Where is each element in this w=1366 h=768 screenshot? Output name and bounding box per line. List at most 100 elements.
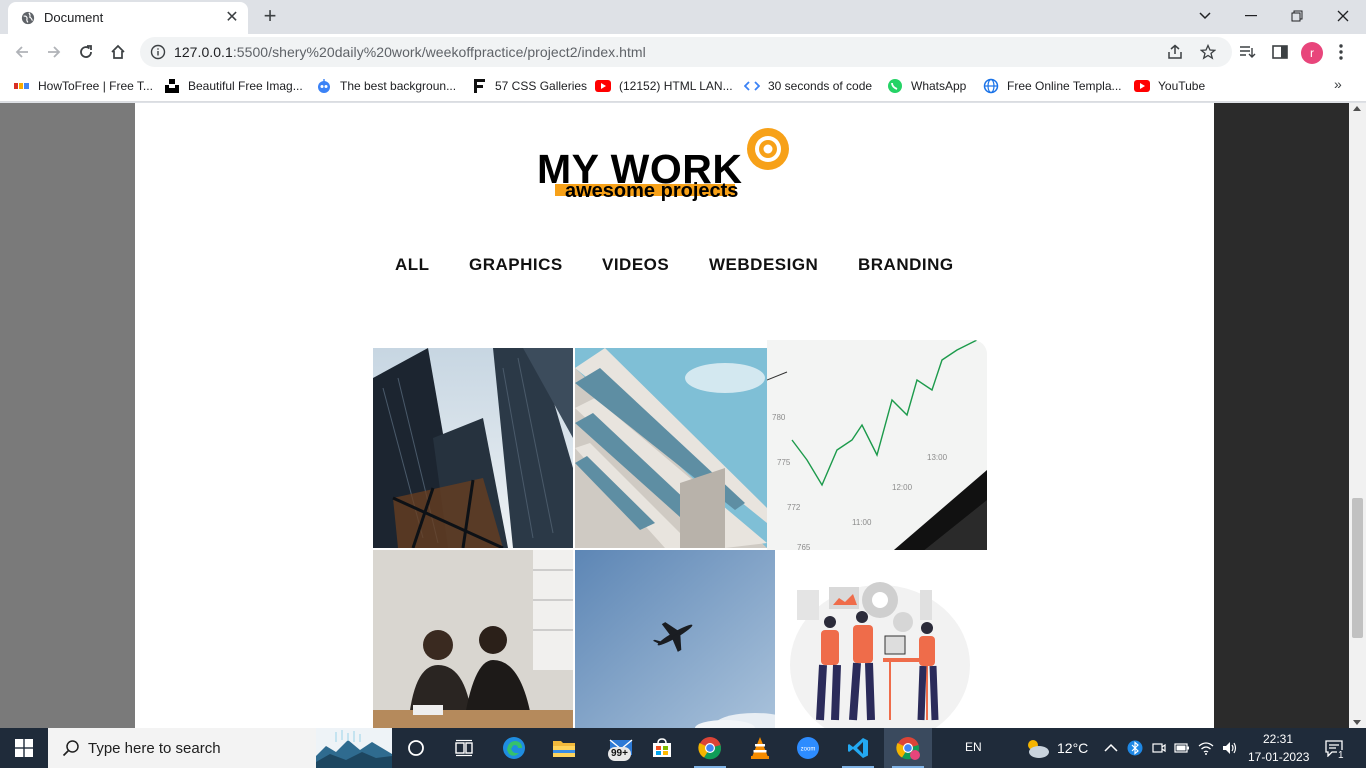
bookmark-item[interactable]: YouTube [1134, 76, 1205, 96]
store-button[interactable] [638, 728, 686, 768]
notification-count: 1 [1337, 750, 1345, 761]
howtofree-icon [14, 78, 30, 94]
volume-icon[interactable] [1222, 740, 1238, 756]
two-people-working-image[interactable] [373, 550, 573, 728]
url-text[interactable]: 127.0.0.1:5500/shery%20daily%20work/week… [174, 44, 646, 60]
vlc-icon [751, 737, 769, 759]
scroll-down-icon[interactable] [1353, 720, 1361, 725]
svg-text:zoom: zoom [801, 747, 816, 753]
code-icon [744, 78, 760, 94]
bookmarks-overflow-icon[interactable]: » [1334, 76, 1342, 92]
address-bar[interactable]: 127.0.0.1:5500/shery%20daily%20work/week… [140, 37, 1232, 67]
reading-list-icon[interactable] [1238, 43, 1256, 61]
page-scrollbar[interactable] [1349, 103, 1366, 728]
svg-text:775: 775 [777, 458, 791, 467]
vscode-icon [848, 738, 868, 758]
nav-branding[interactable]: BRANDING [858, 255, 954, 275]
youtube-icon [1134, 78, 1150, 94]
windows-taskbar: Type here to search 99+ zoom EN 12°C 22:… [0, 728, 1366, 768]
chrome-icon [698, 737, 722, 760]
back-button[interactable] [8, 38, 36, 66]
svg-text:772: 772 [787, 503, 801, 512]
chrome-button[interactable] [686, 728, 734, 768]
chevron-up-icon[interactable] [1103, 740, 1119, 756]
new-tab-button[interactable]: + [258, 5, 282, 29]
chrome-profile-button[interactable] [884, 728, 932, 768]
bookmark-item[interactable]: Beautiful Free Imag... [164, 76, 303, 96]
clock-time[interactable]: 22:31 [1263, 732, 1293, 746]
meet-now-icon[interactable] [1151, 740, 1167, 756]
search-placeholder: Type here to search [88, 740, 221, 757]
start-button[interactable] [0, 728, 48, 768]
taskbar-search-box[interactable]: Type here to search [48, 728, 392, 768]
bookmark-item[interactable]: Free Online Templa... [983, 76, 1122, 96]
battery-icon[interactable] [1174, 740, 1190, 756]
bookmark-item[interactable]: 57 CSS Galleries [471, 76, 587, 96]
file-explorer-button[interactable] [540, 728, 588, 768]
more-menu-icon[interactable] [1336, 42, 1346, 62]
logo[interactable]: MY WORK awesome projects [535, 125, 795, 205]
nav-all[interactable]: ALL [395, 255, 430, 275]
team-illustration-image[interactable] [775, 550, 987, 728]
temperature[interactable]: 12°C [1057, 740, 1088, 756]
minimize-button[interactable] [1228, 0, 1274, 32]
reload-icon [80, 45, 92, 58]
bookmark-item[interactable]: 30 seconds of code [744, 76, 872, 96]
home-button[interactable] [104, 38, 132, 66]
vlc-button[interactable] [736, 728, 784, 768]
side-panel-icon[interactable] [1271, 43, 1289, 61]
share-icon[interactable] [1167, 44, 1183, 60]
chevron-down-icon [1199, 12, 1211, 20]
unsplash-icon [164, 78, 180, 94]
building-balconies-image[interactable] [575, 348, 767, 548]
bluetooth-icon[interactable] [1127, 740, 1143, 756]
reload-button[interactable] [72, 38, 100, 66]
skyscrapers-image[interactable] [373, 348, 573, 548]
minimize-icon [1245, 15, 1257, 17]
arrow-right-icon [48, 46, 61, 58]
nav-webdesign[interactable]: WEBDESIGN [709, 255, 818, 275]
stock-chart-image[interactable]: 780 775 772 765 11:00 12:00 13:00 [767, 340, 987, 556]
zoom-button[interactable]: zoom [784, 728, 832, 768]
browser-viewport: MY WORK awesome projects ALL GRAPHICS VI… [0, 103, 1366, 728]
scroll-up-icon[interactable] [1353, 106, 1361, 111]
search-highlight-art-icon [316, 728, 392, 768]
svg-text:780: 780 [772, 413, 786, 422]
close-window-button[interactable] [1320, 0, 1366, 32]
vscode-button[interactable] [834, 728, 882, 768]
arrow-left-icon [15, 46, 28, 58]
info-icon[interactable] [150, 44, 166, 60]
clock-date[interactable]: 17-01-2023 [1248, 750, 1309, 764]
youtube-icon [595, 78, 611, 94]
wifi-icon[interactable] [1198, 740, 1214, 756]
forward-button[interactable] [40, 38, 68, 66]
profile-avatar[interactable]: r [1301, 42, 1323, 64]
bookmark-star-icon[interactable] [1200, 44, 1216, 60]
tab-search-button[interactable] [1182, 0, 1228, 32]
f-logo-icon [471, 78, 487, 94]
tab-close-icon[interactable]: ✕ [222, 8, 242, 28]
svg-text:11:00: 11:00 [852, 518, 872, 527]
restore-button[interactable] [1274, 0, 1320, 32]
robot-icon [316, 78, 332, 94]
edge-button[interactable] [490, 728, 538, 768]
airplane-sky-image[interactable] [575, 550, 775, 728]
nav-graphics[interactable]: GRAPHICS [469, 255, 563, 275]
globe-icon [21, 11, 35, 25]
nav-videos[interactable]: VIDEOS [602, 255, 669, 275]
task-view-button[interactable] [440, 728, 488, 768]
scrollbar-thumb[interactable] [1352, 498, 1363, 638]
zoom-icon: zoom [797, 737, 819, 759]
browser-tab[interactable]: Document ✕ [8, 2, 248, 34]
cortana-button[interactable] [392, 728, 440, 768]
bookmark-item[interactable]: (12152) HTML LAN... [595, 76, 733, 96]
bookmark-item[interactable]: HowToFree | Free T... [14, 76, 153, 96]
store-icon [653, 738, 671, 757]
language-indicator[interactable]: EN [965, 740, 982, 754]
close-icon [1337, 10, 1349, 22]
weather-cloud-icon[interactable] [1024, 737, 1050, 759]
bookmark-item[interactable]: The best backgroun... [316, 76, 456, 96]
bookmark-item[interactable]: WhatsApp [887, 76, 966, 96]
globe-icon [983, 78, 999, 94]
restore-icon [1291, 10, 1303, 22]
